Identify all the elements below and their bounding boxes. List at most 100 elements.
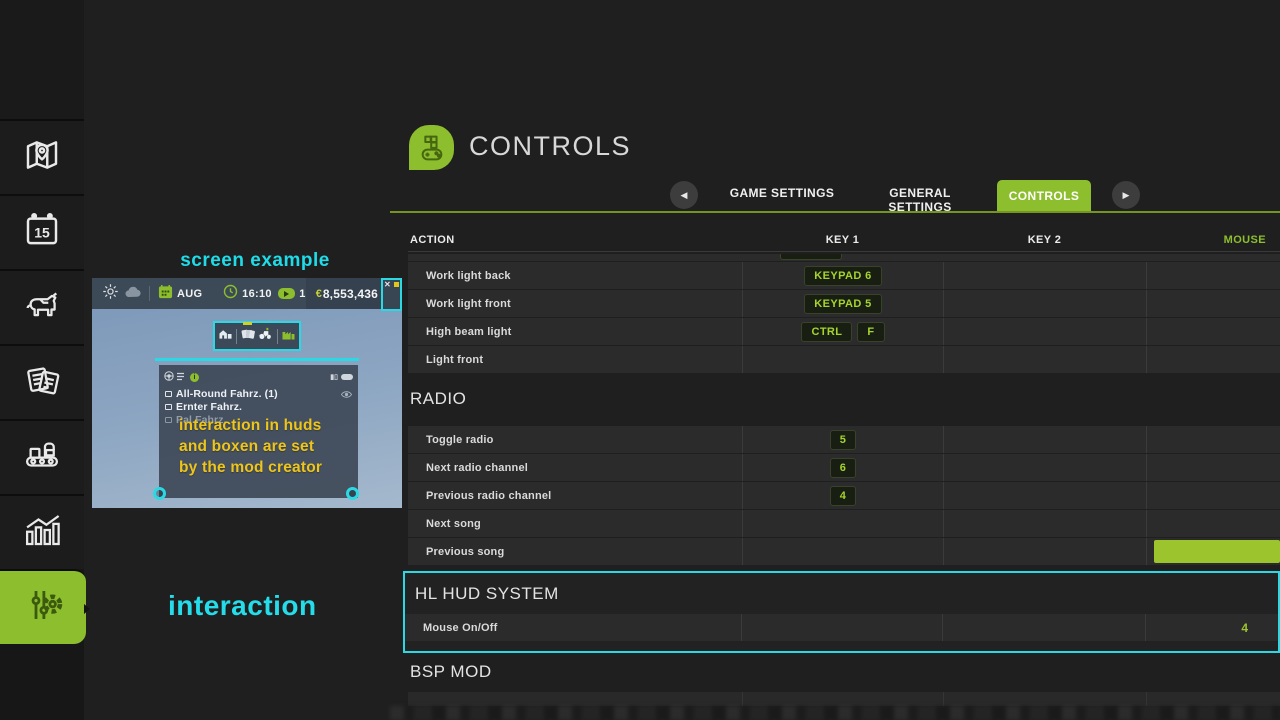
- table-row[interactable]: Work light back KEYPAD 6: [408, 262, 1280, 289]
- eye-icon: [341, 385, 352, 403]
- sidebar-item-map[interactable]: [0, 119, 84, 194]
- annotation-note: interaction in huds and boxen are set by…: [179, 415, 322, 478]
- sidebar-spacer: [0, 0, 84, 119]
- annotation-line: [155, 358, 359, 361]
- annotation-corner-box: ✕: [381, 278, 402, 311]
- sun-icon: [102, 283, 119, 305]
- game-screenshot-inset: AUG 16:10 1 € 8,553,436 ✕: [92, 278, 402, 508]
- list-icon: [177, 368, 187, 386]
- key-badge[interactable]: 5: [830, 430, 857, 450]
- resize-handle-left[interactable]: [153, 487, 166, 500]
- page-title: CONTROLS: [469, 131, 631, 162]
- farm-icon: [219, 327, 232, 345]
- controls-table: ACTION KEY 1 KEY 2 MOUSE Work light back…: [408, 228, 1280, 706]
- col-mouse: MOUSE: [1146, 234, 1280, 246]
- key-badge[interactable]: F: [857, 322, 884, 342]
- production-icon: [21, 434, 63, 481]
- mouse-binding-selected[interactable]: [1154, 540, 1280, 563]
- table-row-clipped: [408, 254, 1280, 261]
- table-header: ACTION KEY 1 KEY 2 MOUSE: [408, 228, 1280, 252]
- production-green-icon: [282, 327, 295, 345]
- money-amount: 8,553,436: [323, 287, 378, 301]
- yellow-marker: [394, 282, 399, 287]
- clock-icon: [223, 284, 238, 304]
- section-title: BSP MOD: [408, 662, 492, 682]
- divider: [149, 286, 150, 301]
- key-badge[interactable]: CTRL: [801, 322, 852, 342]
- documents-icon: [21, 359, 63, 406]
- table-row[interactable]: Next song: [408, 510, 1280, 537]
- gamepad-mini-icon: [341, 368, 353, 386]
- calendar-icon: 15: [21, 209, 63, 256]
- arrow-left-icon: ◀: [681, 190, 688, 201]
- tractor-icon: [258, 327, 273, 345]
- controls-gamepad-icon: [409, 125, 454, 170]
- folder-icon: [165, 391, 172, 397]
- table-row[interactable]: Work light front KEYPAD 5: [408, 290, 1280, 317]
- tab-controls[interactable]: CONTROLS: [997, 180, 1091, 211]
- hud-quick-icons-box: [213, 321, 301, 351]
- tabs-next-button[interactable]: ▶: [1112, 181, 1140, 209]
- sidebar-item-settings[interactable]: [0, 569, 86, 644]
- col-key2: KEY 2: [943, 234, 1146, 246]
- table-row[interactable]: Mouse On/Off 4: [405, 614, 1278, 641]
- steering-wheel-icon: [164, 368, 174, 386]
- sidebar-item-calendar[interactable]: 15: [0, 194, 84, 269]
- sidebar-item-contracts[interactable]: [0, 344, 84, 419]
- folder-icon: [165, 404, 172, 410]
- section-title: RADIO: [408, 389, 466, 409]
- finance-cards-icon: [241, 327, 255, 345]
- tab-game-settings[interactable]: GAME SETTINGS: [723, 186, 841, 200]
- tabs-prev-button[interactable]: ◀: [670, 181, 698, 209]
- section-radio: RADIO: [408, 373, 1280, 425]
- game-month: AUG: [177, 288, 202, 300]
- key-badge[interactable]: 6: [830, 458, 857, 478]
- section-bsp-mod: BSP MOD: [408, 653, 1280, 691]
- table-row[interactable]: Light front: [408, 346, 1280, 373]
- arrow-right-icon: ▶: [1123, 190, 1130, 201]
- panel-mini-icon: ▮▯: [330, 373, 338, 381]
- key-badge-fragment: [780, 254, 842, 260]
- key-badge[interactable]: 4: [830, 486, 857, 506]
- sidebar-item-production[interactable]: [0, 419, 84, 494]
- table-row-clipped: [408, 692, 1280, 706]
- mouse-binding-value[interactable]: 4: [1241, 621, 1278, 635]
- cloud-icon: [125, 285, 141, 303]
- calendar-small-icon: [158, 284, 173, 304]
- map-icon: [21, 134, 63, 181]
- statistics-icon: [21, 509, 63, 556]
- game-time: 16:10: [242, 288, 272, 300]
- col-action: ACTION: [408, 234, 742, 246]
- table-row[interactable]: Previous song: [408, 538, 1280, 565]
- info-icon: i: [190, 373, 199, 382]
- table-row[interactable]: Toggle radio 5: [408, 426, 1280, 453]
- panel-header: i ▮▯: [159, 365, 358, 387]
- panel-item: All-Round Fahrz. (1): [159, 387, 358, 400]
- hud-vehicle-panel: i ▮▯ All-Round Fahrz. (1) Ernter Fahrz.: [159, 365, 358, 498]
- controls-settings-screen: 15: [0, 0, 1280, 720]
- green-dash-marker: [243, 322, 252, 325]
- table-row[interactable]: Previous radio channel 4: [408, 482, 1280, 509]
- table-row[interactable]: Next radio channel 6: [408, 454, 1280, 481]
- sidebar: 15: [0, 0, 84, 720]
- hud-system-highlight-box: HL HUD SYSTEM Mouse On/Off 4: [403, 571, 1280, 653]
- key-badge[interactable]: KEYPAD 6: [804, 266, 881, 286]
- currency-symbol: €: [316, 288, 322, 300]
- key-badge[interactable]: KEYPAD 5: [804, 294, 881, 314]
- annotation-interaction: interaction: [168, 590, 317, 622]
- tab-general-settings[interactable]: GENERAL SETTINGS: [858, 186, 982, 214]
- settings-icon: [22, 584, 64, 631]
- section-title: HL HUD SYSTEM: [405, 573, 1278, 613]
- panel-item: Ernter Fahrz.: [159, 400, 358, 413]
- annotation-screen-example: screen example: [115, 250, 395, 272]
- sidebar-item-statistics[interactable]: [0, 494, 84, 569]
- folder-icon: [165, 417, 172, 423]
- cow-icon: [21, 284, 63, 331]
- tab-underline: [390, 211, 1280, 213]
- col-key1: KEY 1: [742, 234, 943, 246]
- resize-handle-right[interactable]: [346, 487, 359, 500]
- sidebar-item-animals[interactable]: [0, 269, 84, 344]
- game-hud-topbar: AUG 16:10 1 € 8,553,436 ✕: [92, 278, 402, 309]
- table-row[interactable]: High beam light CTRL F: [408, 318, 1280, 345]
- blurred-hotkey-bar: [390, 706, 1280, 720]
